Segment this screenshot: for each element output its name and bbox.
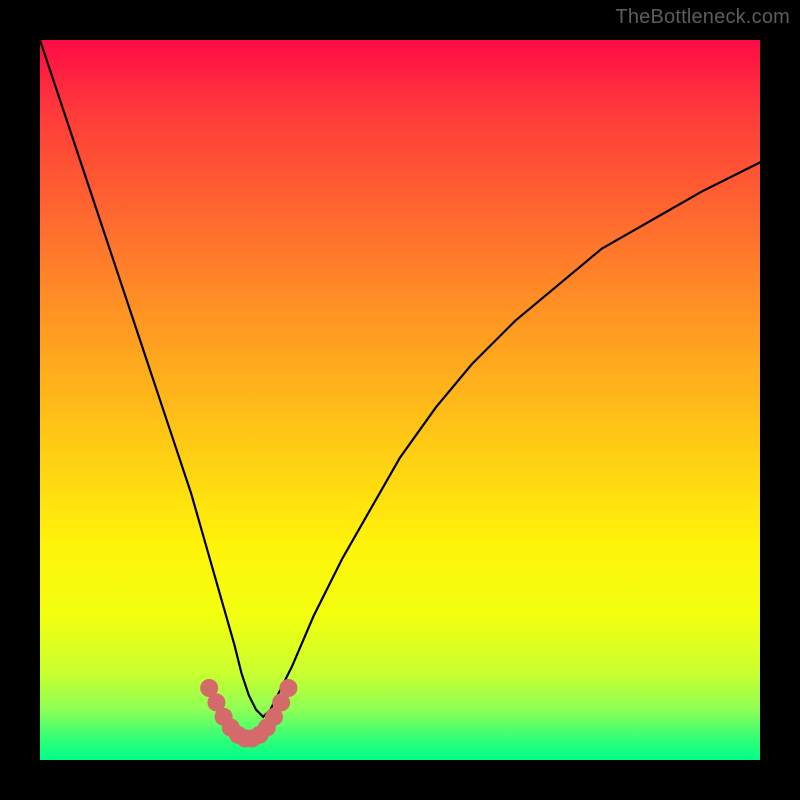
highlight-dot — [243, 729, 261, 747]
chart-plot-area — [40, 40, 760, 760]
highlight-dot — [272, 693, 290, 711]
highlight-band-group — [200, 679, 297, 747]
highlight-dot — [200, 679, 218, 697]
highlight-dot — [229, 726, 247, 744]
highlight-dot — [265, 708, 283, 726]
highlight-dot — [236, 729, 254, 747]
highlight-dot — [251, 726, 269, 744]
chart-svg — [40, 40, 760, 760]
highlight-dot — [215, 708, 233, 726]
watermark-text: TheBottleneck.com — [615, 6, 790, 29]
highlight-dot — [258, 719, 276, 737]
highlight-dot — [279, 679, 297, 697]
highlight-dot — [222, 719, 240, 737]
highlight-dot — [207, 693, 225, 711]
bottleneck-curve-path — [40, 40, 760, 717]
